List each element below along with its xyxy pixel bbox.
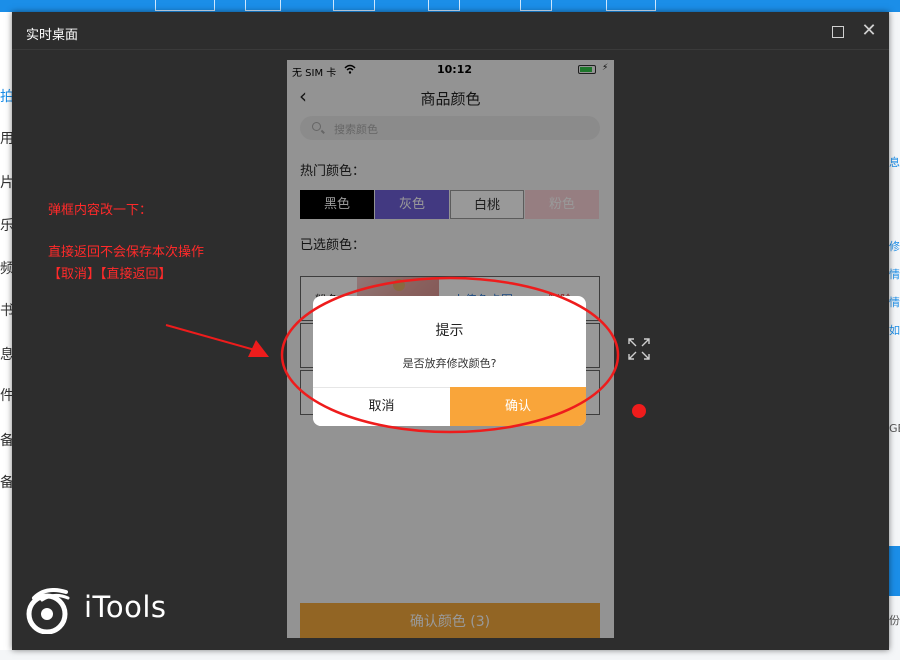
annotation-overlay xyxy=(165,276,620,434)
annotation-ellipse xyxy=(280,276,620,434)
annotation-arrow-line xyxy=(165,324,256,351)
